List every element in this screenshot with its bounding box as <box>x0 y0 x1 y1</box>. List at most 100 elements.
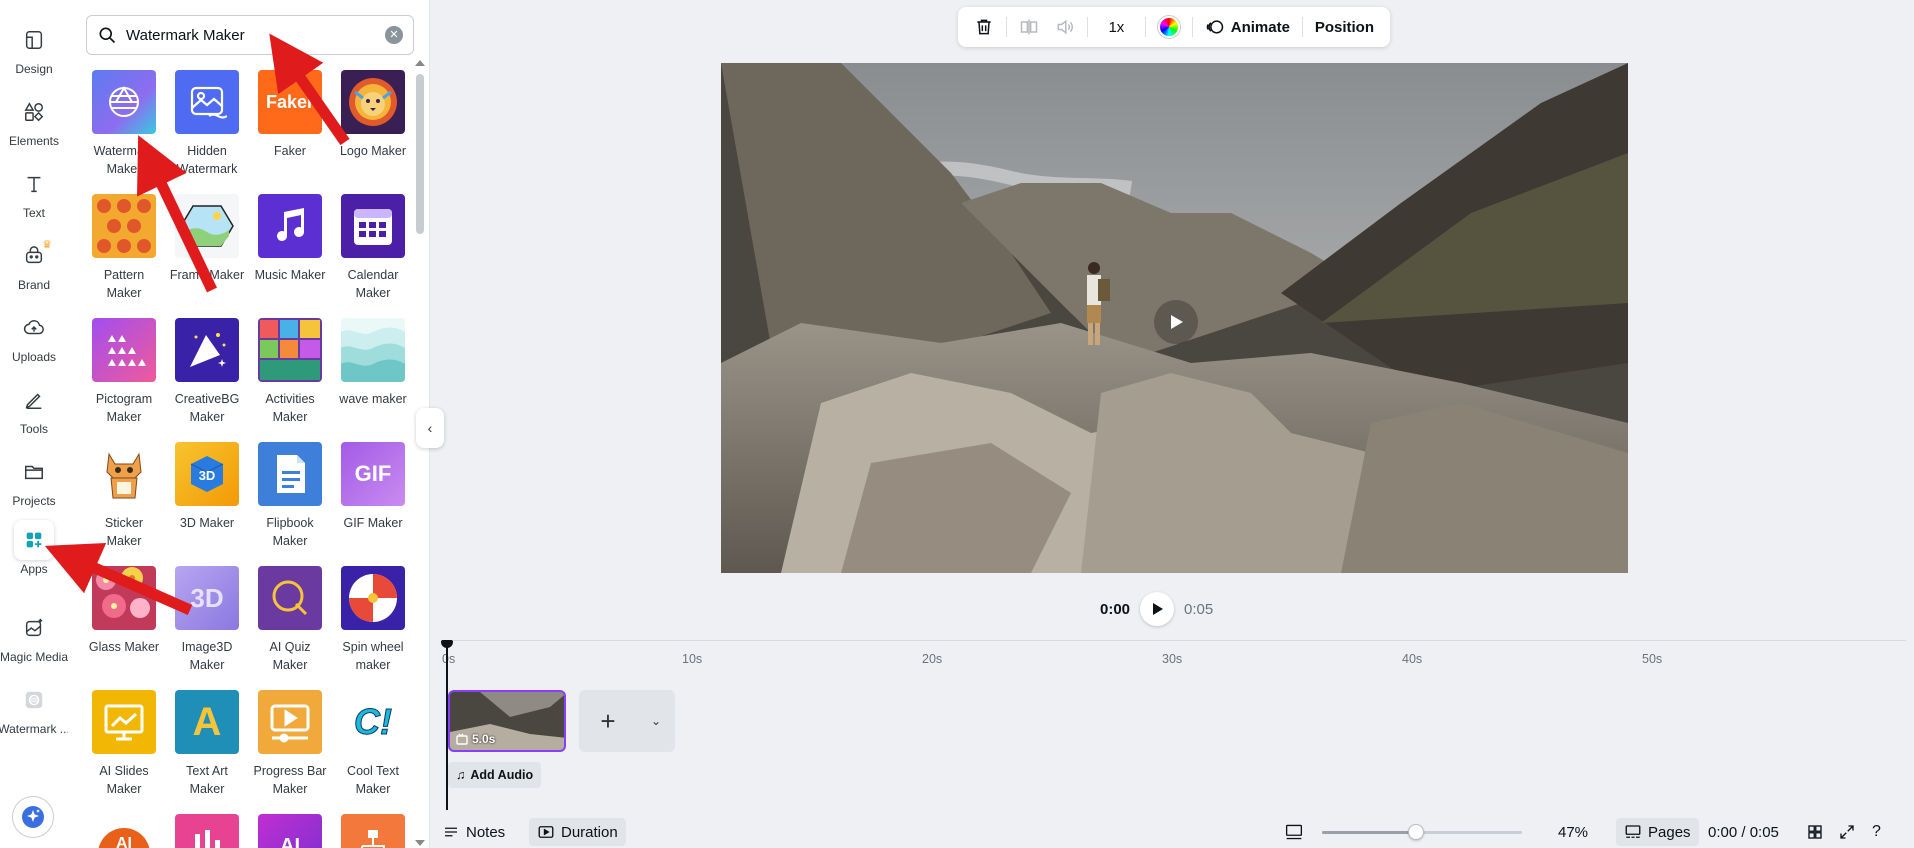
zoom-level[interactable]: 47% <box>1550 818 1596 846</box>
app-partial-2[interactable] <box>169 814 245 848</box>
rail-text[interactable]: Text <box>0 164 68 220</box>
pattern-maker-icon <box>92 194 156 258</box>
app-ai-slides-maker[interactable]: AI Slides Maker <box>86 690 162 798</box>
video-clip[interactable]: 5.0s <box>448 690 566 752</box>
rail-uploads[interactable]: Uploads <box>0 308 68 364</box>
duration-button[interactable]: Duration <box>529 818 626 846</box>
notes-button[interactable]: Notes <box>434 818 513 846</box>
add-page-button[interactable]: + <box>579 706 637 737</box>
app-spin-wheel-maker[interactable]: Spin wheel maker <box>335 566 411 674</box>
rail-apps[interactable]: Apps <box>0 520 68 576</box>
animate-button[interactable]: Animate <box>1197 11 1298 43</box>
app-name: Faker <box>274 144 306 158</box>
rail-brand[interactable]: ♛ Brand <box>0 236 68 292</box>
timeline-playhead[interactable] <box>441 640 453 810</box>
app-calendar-maker[interactable]: Calendar Maker <box>335 194 411 302</box>
app-faker[interactable]: Faker Faker <box>252 70 328 160</box>
design-icon <box>14 20 54 60</box>
element-toolbar: 1x Animate Position <box>958 7 1390 47</box>
app-name: Frame Maker <box>169 268 245 282</box>
color-wheel-icon <box>1157 16 1180 38</box>
volume-button[interactable] <box>1047 11 1083 43</box>
app-3d-maker[interactable]: 3D 3D Maker <box>169 442 245 532</box>
elements-icon <box>14 92 54 132</box>
app-name: GIF Maker <box>343 516 403 530</box>
add-page-dropdown[interactable]: ⌄ <box>637 714 675 728</box>
rail-tools[interactable]: Tools <box>0 380 68 436</box>
rail-elements[interactable]: Elements <box>0 92 68 148</box>
help-button[interactable]: ? <box>1868 818 1885 846</box>
delete-button[interactable] <box>966 11 1002 43</box>
rail-label: Design <box>15 62 53 76</box>
clear-search-icon[interactable]: ✕ <box>385 26 403 44</box>
video-duration-icon <box>538 826 554 838</box>
position-button[interactable]: Position <box>1307 11 1382 43</box>
magic-assistant-button[interactable] <box>12 796 54 838</box>
playback-speed-button[interactable]: 1x <box>1092 11 1141 43</box>
player-controls: 0:00 0:05 <box>1100 592 1213 626</box>
app-music-maker[interactable]: Music Maker <box>252 194 328 284</box>
page-thumbnails-toggle[interactable] <box>1276 818 1312 846</box>
app-partial-3[interactable]: AI <box>252 814 328 848</box>
play-button[interactable] <box>1140 592 1175 626</box>
app-hidden-watermark[interactable]: Hidden Watermark <box>169 70 245 178</box>
fullscreen-button[interactable] <box>1834 818 1860 846</box>
app-cool-text-maker[interactable]: C! Cool Text Maker <box>335 690 411 798</box>
video-play-overlay-button[interactable] <box>1154 300 1198 344</box>
progress-bar-icon <box>258 690 322 754</box>
app-partial-4[interactable] <box>335 814 411 848</box>
add-audio-button[interactable]: ♫ Add Audio <box>448 762 542 788</box>
rail-watermark-app[interactable]: Watermark ... <box>0 680 70 736</box>
svg-text:3D: 3D <box>199 468 216 483</box>
magic-media-icon <box>14 608 54 648</box>
grid-view-button[interactable] <box>1802 818 1828 846</box>
app-image3d-maker[interactable]: 3D Image3D Maker <box>169 566 245 674</box>
zoom-slider[interactable] <box>1322 824 1522 840</box>
play-icon <box>1171 315 1183 329</box>
animate-icon <box>1206 20 1223 34</box>
app-name: 3D Maker <box>179 516 235 530</box>
color-adjust-button[interactable] <box>1150 11 1188 43</box>
pages-icon <box>1625 825 1641 838</box>
scroll-down-arrow[interactable] <box>415 840 425 846</box>
app-text-art-maker[interactable]: A Text Art Maker <box>169 690 245 798</box>
rail-design[interactable]: Design <box>0 20 68 76</box>
app-glass-maker[interactable]: Glass Maker <box>86 566 162 656</box>
chevron-left-icon: ‹ <box>427 420 433 436</box>
app-name: Activities Maker <box>265 392 315 424</box>
app-partial-1[interactable]: AI <box>86 814 162 848</box>
app-sticker-maker[interactable]: Sticker Maker <box>86 442 162 550</box>
split-clip-button[interactable] <box>1011 11 1047 43</box>
panel-scrollbar[interactable] <box>414 58 425 848</box>
app-pictogram-maker[interactable]: Pictogram Maker <box>86 318 162 426</box>
trash-icon <box>977 19 991 35</box>
ai-purple-icon: AI <box>258 814 322 848</box>
frame-maker-icon <box>175 194 239 258</box>
pages-button[interactable]: Pages <box>1616 818 1699 846</box>
app-activities-maker[interactable]: Activities Maker <box>252 318 328 426</box>
app-wave-maker[interactable]: wave maker <box>335 318 411 408</box>
activities-icon <box>258 318 322 382</box>
search-input[interactable] <box>126 26 385 44</box>
app-progress-bar-maker[interactable]: Progress Bar Maker <box>252 690 328 798</box>
app-watermark-maker[interactable]: Watermark Maker <box>86 70 162 178</box>
app-creativebg-maker[interactable]: CreativeBG Maker <box>169 318 245 426</box>
app-ai-quiz-maker[interactable]: AI Quiz Maker <box>252 566 328 674</box>
scrollbar-thumb[interactable] <box>416 74 424 234</box>
tick-label: 0s <box>442 652 456 666</box>
timeline-ruler[interactable]: 0s 10s 20s 30s 40s 50s <box>442 638 1906 666</box>
zoom-slider-knob[interactable] <box>1408 824 1424 840</box>
watermark-app-icon <box>14 680 54 720</box>
rail-magic-media[interactable]: Magic Media <box>0 608 68 664</box>
app-logo-maker[interactable]: Logo Maker <box>335 70 411 160</box>
app-frame-maker[interactable]: Frame Maker <box>169 194 245 284</box>
app-gif-maker[interactable]: GIF GIF Maker <box>335 442 411 532</box>
app-pattern-maker[interactable]: Pattern Maker <box>86 194 162 302</box>
scroll-up-arrow[interactable] <box>415 60 425 66</box>
app-flipbook-maker[interactable]: Flipbook Maker <box>252 442 328 550</box>
collapse-panel-button[interactable]: ‹ <box>416 408 444 448</box>
video-clip-icon <box>456 733 468 745</box>
tick-label: 30s <box>1162 652 1183 666</box>
rail-projects[interactable]: Projects <box>0 452 68 508</box>
current-time: 0:00 <box>1100 600 1131 618</box>
